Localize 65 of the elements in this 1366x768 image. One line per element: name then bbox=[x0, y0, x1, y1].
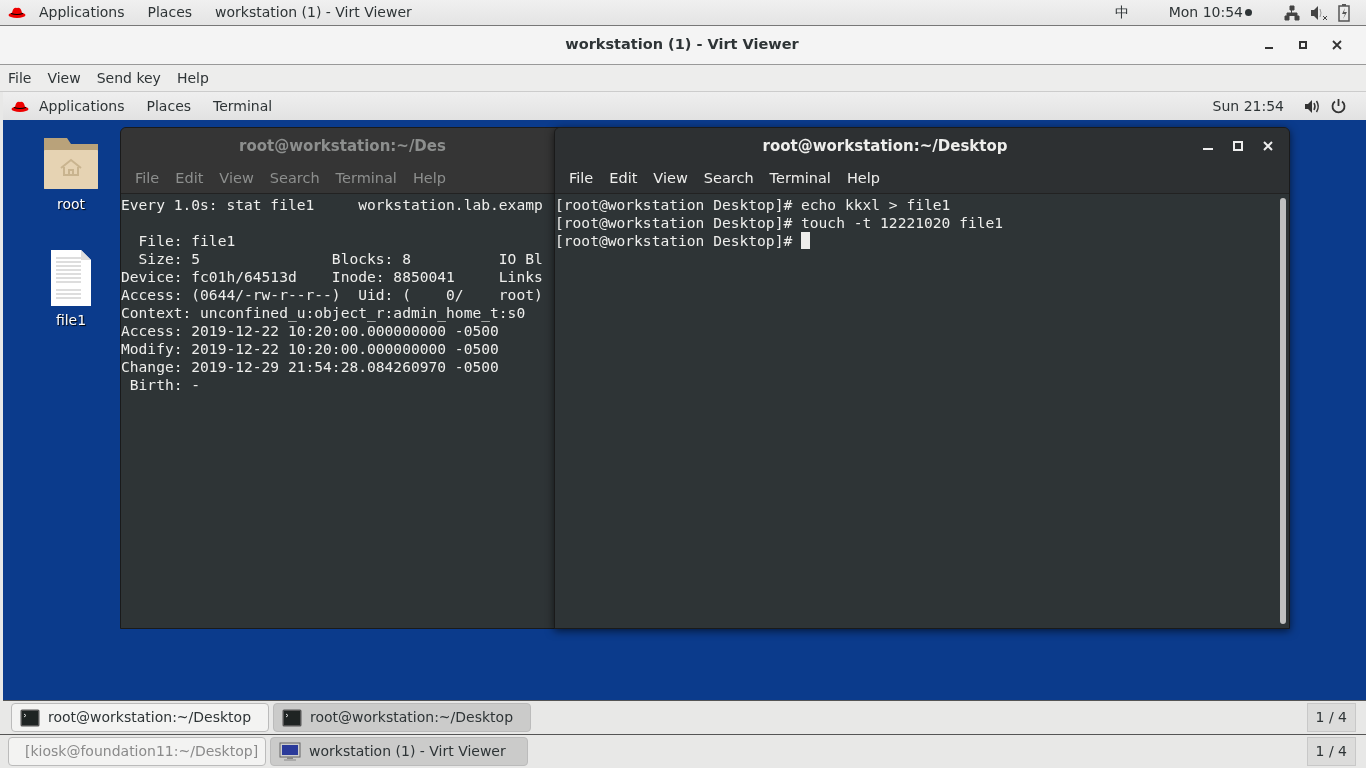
top-bar-menu[interactable]: Applications bbox=[39, 2, 125, 23]
menu-item[interactable]: File bbox=[563, 167, 600, 190]
network-icon[interactable] bbox=[1284, 4, 1300, 21]
window-title: root@workstation:~/Des bbox=[238, 135, 447, 157]
terminal-line: Access: 2019-12-22 10:20:00.000000000 -0500 bbox=[121, 322, 499, 340]
terminal-line: Every 1.0s: stat file1 workstation.lab.examp bbox=[121, 196, 543, 214]
terminal-icon bbox=[282, 708, 302, 727]
menu-item[interactable]: Search bbox=[263, 167, 326, 190]
input-method-indicator[interactable]: 中 bbox=[1114, 2, 1129, 23]
menu-item[interactable]: Help bbox=[172, 67, 213, 89]
window-title: root@workstation:~/Desktop bbox=[761, 135, 1009, 157]
terminal-line: Change: 2019-12-29 21:54:28.084260970 -0500 bbox=[121, 358, 499, 376]
dot-icon bbox=[1245, 9, 1252, 16]
top-bar-menu[interactable]: Places bbox=[147, 2, 193, 23]
scrollbar[interactable] bbox=[1280, 198, 1286, 624]
terminal-line: Modify: 2019-12-22 10:20:00.000000000 -0500 bbox=[121, 340, 499, 358]
terminal-line: Size: 5 Blocks: 8 IO Bl bbox=[137, 250, 543, 268]
menu-item[interactable]: Search bbox=[697, 167, 760, 190]
terminal-line: [root@workstation Desktop]# echo kkxl > file1 bbox=[555, 196, 951, 214]
monitor-icon bbox=[279, 741, 301, 762]
menu-item[interactable]: Send key bbox=[92, 67, 165, 89]
terminal-line: Access: (0644/-rw-r--r--) Uid: ( 0/ root) bbox=[121, 286, 543, 304]
terminal-line: File: file1 bbox=[137, 232, 236, 250]
terminal-line: Device: fc01h/64513d Inode: 8850041 Links bbox=[121, 268, 543, 286]
hat-icon bbox=[8, 6, 26, 19]
top-bar-menu[interactable]: Places bbox=[146, 95, 192, 117]
desktop-icon-label[interactable]: root bbox=[56, 194, 86, 215]
menu-item[interactable]: Edit bbox=[169, 167, 210, 190]
terminal-line: [root@workstation Desktop]# touch -t 12221020 file1 bbox=[555, 214, 1004, 232]
taskbar-button[interactable]: root@workstation:~/Desktop bbox=[273, 703, 531, 732]
menu-item[interactable]: Edit bbox=[603, 167, 644, 190]
terminal-line: Context: unconfined_u:object_r:admin_home_t:s0 bbox=[121, 304, 526, 322]
text-cursor bbox=[801, 232, 810, 249]
desktop-icon-label[interactable]: file1 bbox=[55, 310, 87, 331]
terminal-line: [root@workstation Desktop]# bbox=[555, 232, 794, 250]
clock[interactable]: Sun 21:54 bbox=[1212, 95, 1284, 117]
menu-item[interactable]: File bbox=[129, 167, 166, 190]
top-bar-menu[interactable]: Applications bbox=[39, 95, 125, 117]
menu-item[interactable]: Help bbox=[406, 167, 452, 190]
maximize-icon[interactable] bbox=[1298, 40, 1308, 50]
close-icon[interactable] bbox=[1332, 40, 1342, 50]
battery-icon[interactable] bbox=[1338, 3, 1350, 22]
menu-item[interactable]: View bbox=[647, 167, 694, 190]
home-folder-icon bbox=[43, 136, 99, 190]
taskbar-button[interactable]: root@workstation:~/Desktop bbox=[11, 703, 269, 732]
workspace-indicator[interactable]: 1 / 4 bbox=[1306, 737, 1356, 766]
top-bar-menu[interactable]: workstation (1) - Virt Viewer bbox=[215, 2, 412, 23]
document-icon bbox=[51, 250, 91, 306]
volume-muted-icon[interactable] bbox=[1310, 4, 1328, 21]
menu-item[interactable]: Terminal bbox=[329, 167, 403, 190]
window-title: workstation (1) - Virt Viewer bbox=[564, 35, 800, 55]
volume-icon[interactable] bbox=[1304, 98, 1321, 114]
menu-item[interactable]: Help bbox=[840, 167, 886, 190]
terminal-icon bbox=[20, 708, 40, 727]
power-icon[interactable] bbox=[1331, 98, 1346, 114]
top-bar-menu[interactable]: Terminal bbox=[213, 95, 273, 117]
taskbar-button[interactable]: workstation (1) - Virt Viewer bbox=[270, 737, 528, 766]
menu-item[interactable]: File bbox=[4, 67, 36, 89]
workspace-indicator[interactable]: 1 / 4 bbox=[1306, 703, 1356, 732]
menu-item[interactable]: Terminal bbox=[763, 167, 837, 190]
menu-item[interactable]: View bbox=[43, 67, 85, 89]
terminal-line: Birth: - bbox=[128, 376, 201, 394]
hat-icon bbox=[11, 99, 29, 113]
clock[interactable]: Mon 10:54 bbox=[1168, 2, 1243, 23]
menu-item[interactable]: View bbox=[213, 167, 260, 190]
